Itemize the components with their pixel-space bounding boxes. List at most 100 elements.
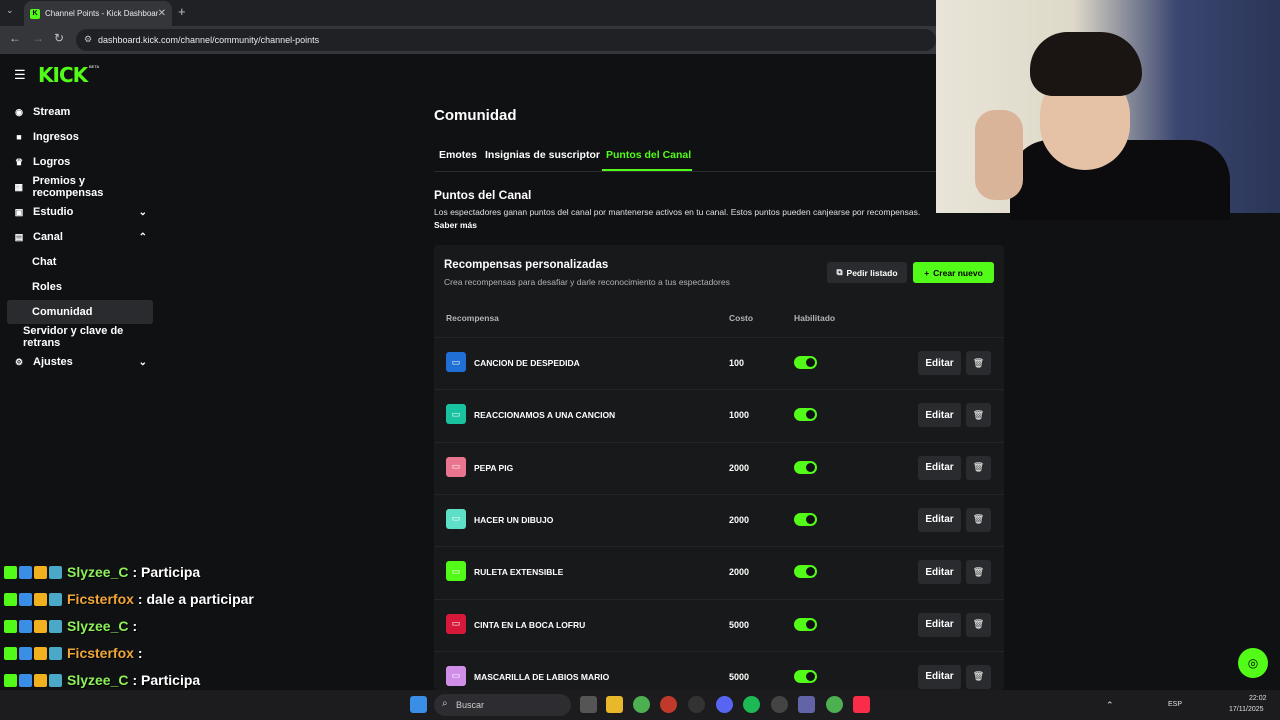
enabled-toggle[interactable] [794, 565, 817, 579]
back-icon[interactable]: ← [9, 31, 21, 45]
browser-tab[interactable]: K Channel Points - Kick Dashboar ✕ [24, 1, 172, 26]
sidebar-item-ingresos[interactable]: ■ Ingresos [7, 125, 153, 149]
delete-icon[interactable]: 🗑 [966, 612, 991, 637]
clock-date[interactable]: 17/11/2025 [1229, 706, 1264, 713]
edit-button[interactable]: Editar [918, 455, 961, 480]
edit-button[interactable]: Editar [918, 351, 961, 375]
edit-button[interactable]: Editar [918, 507, 961, 532]
gear-icon: ⚙ [14, 356, 24, 367]
edit-button[interactable]: Editar [918, 612, 961, 637]
edit-button[interactable]: Editar [918, 560, 961, 585]
delete-icon[interactable]: 🗑 [966, 507, 991, 532]
tab-emotes[interactable]: Emotes [439, 149, 477, 161]
rewards-subtitle: Crea recompensas para desafiar y darle r… [444, 277, 730, 287]
delete-icon[interactable]: 🗑 [966, 351, 991, 375]
taskbar-search[interactable]: ⌕ Buscar [434, 694, 571, 716]
enabled-toggle[interactable] [794, 512, 817, 526]
teams-icon[interactable] [798, 696, 815, 713]
reward-name: MASCARILLA DE LABIOS MARIO [474, 671, 610, 682]
chat-badge-icon [19, 619, 32, 633]
discord-icon[interactable] [716, 696, 733, 713]
url-text: dashboard.kick.com/channel/community/cha… [98, 35, 320, 45]
edit-button[interactable]: Editar [918, 664, 961, 689]
chevron-down-icon: ⌄ [138, 356, 147, 368]
studio-icon: ▣ [14, 206, 24, 217]
edit-button[interactable]: Editar [918, 403, 961, 428]
tray-chevron-icon[interactable]: ⌃ [1106, 700, 1114, 711]
enabled-toggle[interactable] [794, 460, 817, 474]
chat-badge-icon [49, 565, 62, 579]
app-icon[interactable] [771, 696, 788, 713]
sidebar-item-chat[interactable]: Chat [7, 250, 153, 274]
chrome-profile-icon[interactable] [660, 696, 677, 713]
chat-message: Ficsterfox: dale a participar [4, 588, 254, 610]
task-view-icon[interactable] [580, 696, 597, 713]
sidebar-item-canal[interactable]: ▤ Canal ⌃ [7, 225, 153, 249]
menu-icon[interactable]: ☰ [14, 67, 26, 83]
sidebar-item-servidor[interactable]: Servidor y clave de retrans [7, 325, 153, 349]
sidebar-item-label: Comunidad [32, 306, 93, 318]
delete-icon[interactable]: 🗑 [966, 455, 991, 480]
sidebar-item-comunidad[interactable]: Comunidad [7, 300, 153, 324]
forward-icon[interactable]: → [32, 31, 44, 45]
custom-rewards-card: Recompensas personalizadas Crea recompen… [434, 245, 1004, 690]
delete-icon[interactable]: 🗑 [966, 560, 991, 585]
spotify-icon[interactable] [743, 696, 760, 713]
chat-badge-icon [19, 592, 32, 606]
table-row: ▭ PEPA PIG 2000 Editar 🗑 [434, 441, 1004, 494]
sidebar-item-label: Canal [33, 231, 63, 243]
chat-username: Ficsterfox [67, 591, 134, 607]
file-explorer-icon[interactable] [606, 696, 623, 713]
request-list-button[interactable]: ⧉ Pedir listado [827, 262, 907, 283]
chat-message: Slyzee_C: Participa [4, 669, 200, 691]
music-icon[interactable] [853, 696, 870, 713]
plus-icon: + [924, 267, 930, 278]
sidebar-item-ajustes[interactable]: ⚙ Ajustes ⌄ [7, 350, 153, 374]
reward-name: REACCIONAMOS A UNA CANCION [474, 410, 616, 421]
tab-puntos-del-canal[interactable]: Puntos del Canal [606, 149, 691, 161]
chrome-icon[interactable] [633, 696, 650, 713]
enabled-toggle[interactable] [794, 356, 817, 369]
windows-start-icon[interactable] [410, 696, 427, 713]
reload-icon[interactable]: ↻ [54, 31, 64, 45]
active-tab-indicator [602, 169, 692, 171]
create-new-button[interactable]: + Crear nuevo [913, 262, 994, 283]
chat-badge-icon [49, 673, 62, 687]
kick-logo[interactable]: KICK [38, 63, 88, 87]
chrome-icon-2[interactable] [826, 696, 843, 713]
enabled-toggle[interactable] [794, 617, 817, 631]
learn-more-link[interactable]: Saber más [434, 220, 477, 230]
language-indicator[interactable]: ESP [1168, 701, 1182, 708]
enabled-toggle[interactable] [794, 669, 817, 683]
enabled-toggle[interactable] [794, 408, 817, 422]
tab-search-icon[interactable]: ⌄ [6, 5, 14, 16]
sidebar-item-premios[interactable]: ▦ Premios y recompensas [7, 175, 153, 199]
reward-cost: 2000 [729, 514, 750, 525]
wallet-icon: ■ [16, 132, 22, 142]
reward-name: CINTA EN LA BOCA LOFRU [474, 619, 586, 630]
obs-icon[interactable] [688, 696, 705, 713]
sidebar-item-roles[interactable]: Roles [7, 275, 153, 299]
delete-icon[interactable]: 🗑 [966, 664, 991, 689]
tab-title: Channel Points - Kick Dashboar [45, 9, 158, 18]
close-icon[interactable]: ✕ [158, 8, 166, 19]
url-field[interactable]: ⚙ dashboard.kick.com/channel/community/c… [76, 29, 936, 51]
clock-time[interactable]: 22:02 [1249, 695, 1267, 702]
column-header-enabled: Habilitado [794, 313, 836, 323]
sidebar-item-estudio[interactable]: ▣ Estudio ⌄ [7, 200, 153, 224]
chat-badge-icon [49, 619, 62, 633]
tab-insignias[interactable]: Insignias de suscriptor [485, 149, 600, 161]
sidebar-item-label: Ajustes [33, 356, 73, 368]
gift-icon: ▦ [14, 181, 23, 192]
sidebar-item-label: Chat [32, 256, 57, 268]
site-info-icon[interactable]: ⚙ [84, 34, 92, 45]
reward-name: RULETA EXTENSIBLE [474, 567, 564, 578]
create-new-label: Crear nuevo [933, 267, 983, 278]
sidebar-item-logros[interactable]: ♛ Logros [7, 150, 153, 174]
sidebar-item-stream[interactable]: ◉ Stream [7, 100, 153, 124]
delete-icon[interactable]: 🗑 [966, 403, 991, 428]
reward-cost: 2000 [729, 462, 750, 473]
chat-text: : [137, 645, 143, 661]
support-chat-icon[interactable]: ◎ [1238, 648, 1268, 678]
new-tab-icon[interactable]: + [178, 4, 186, 19]
